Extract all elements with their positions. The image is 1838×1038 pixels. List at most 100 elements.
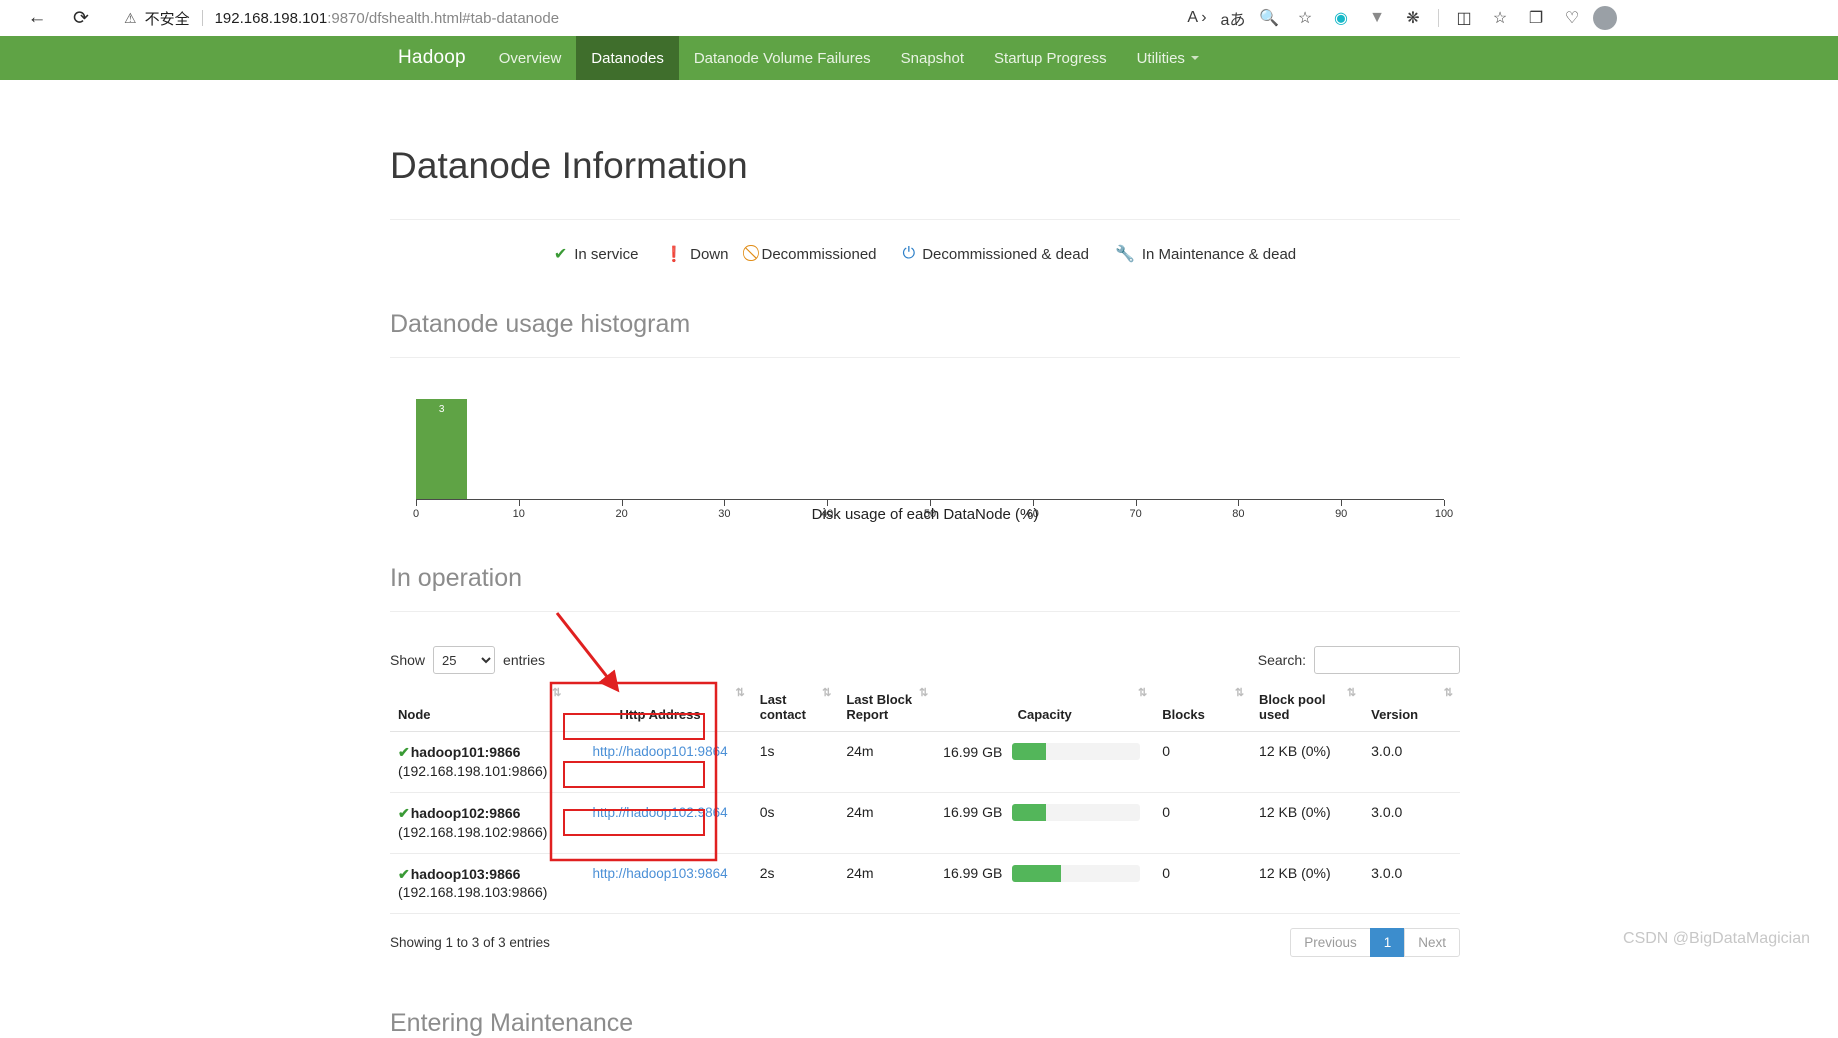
cell-last-block-report: 24m [838, 731, 936, 793]
nav-item-datanode-volume-failures[interactable]: Datanode Volume Failures [679, 36, 886, 80]
column-header-last-contact[interactable]: ⇅ Last contact [751, 686, 839, 732]
cell-last-contact: 1s [751, 731, 839, 793]
table-controls: Show 25 50 100 entries Search: [390, 646, 1460, 674]
sort-both-icon[interactable]: ⇅ [919, 686, 928, 699]
histogram-plot: 3 0 10 20 30 40 50 60 70 80 90 100 [390, 388, 1460, 520]
column-header-block-pool-used[interactable]: ⇅ Block pool used [1251, 686, 1364, 732]
legend-item-in-service: ✔ In service [554, 244, 639, 264]
address-bar[interactable]: ⚠ 不安全 192.168.198.101:9870/dfshealth.htm… [110, 4, 1170, 32]
legend-label-decommissioned: Decommissioned [761, 245, 877, 263]
capacity-progress-fill [1012, 803, 1046, 821]
favorite-star-icon[interactable]: ☆ [1290, 3, 1320, 33]
sort-both-icon[interactable]: ⇅ [1235, 686, 1244, 699]
capacity-progress-bar [1012, 743, 1141, 760]
capacity-text: 16.99 GB [943, 865, 1003, 882]
cell-capacity: 16.99 GB [935, 853, 1155, 915]
check-icon: ✔ [398, 865, 410, 882]
column-header-node[interactable]: ⇅ Node [390, 686, 569, 732]
browser-toolbar: ← ⟳ ⚠ 不安全 192.168.198.101:9870/dfshealth… [0, 0, 1838, 36]
page-content: Datanode Information ✔ In service ❗ Down… [390, 100, 1460, 1038]
search-input[interactable] [1314, 646, 1460, 674]
hadoop-brand[interactable]: Hadoop [380, 36, 484, 80]
down-exclamation-icon: ❗ [664, 246, 684, 263]
datanode-table-head: ⇅ Node ⇅ Http Address ⇅ Last contact ⇅ L… [390, 686, 1460, 732]
nav-item-snapshot[interactable]: Snapshot [886, 36, 979, 80]
cell-blocks: 0 [1154, 853, 1252, 915]
check-icon: ✔ [398, 744, 410, 760]
pagination-next[interactable]: Next [1404, 928, 1460, 958]
toolbar-divider [1438, 9, 1439, 27]
nav-item-datanodes[interactable]: Datanodes [576, 36, 679, 80]
sort-both-icon[interactable]: ⇅ [552, 686, 561, 699]
extension-green-icon[interactable]: ◉ [1326, 3, 1356, 33]
zoom-out-icon[interactable]: 🔍 [1254, 3, 1284, 33]
table-row: ✔hadoop103:9866 (192.168.198.103:9866) h… [390, 853, 1460, 915]
column-header-last-block-report[interactable]: ⇅ Last Block Report [838, 686, 936, 732]
column-header-http-address[interactable]: ⇅ Http Address [568, 686, 752, 732]
extensions-puzzle-icon[interactable]: ❋ [1398, 3, 1428, 33]
node-ip: (192.168.198.101:9866) [398, 762, 548, 779]
sort-both-icon[interactable]: ⇅ [822, 686, 831, 699]
read-aloud-icon[interactable]: A › [1182, 3, 1212, 33]
cell-block-pool-used: 12 KB (0%) [1251, 731, 1364, 793]
column-header-capacity[interactable]: ⇅ Capacity [935, 686, 1155, 732]
nav-item-utilities[interactable]: Utilities [1122, 36, 1214, 80]
collections-icon[interactable]: ❐ [1521, 3, 1551, 33]
cell-block-pool-used: 12 KB (0%) [1251, 792, 1364, 854]
histogram-x-axis: 0 10 20 30 40 50 60 70 80 90 100 [413, 499, 1453, 520]
sort-both-icon[interactable]: ⇅ [1347, 686, 1356, 699]
show-label: Show [390, 652, 426, 668]
table-footer: Showing 1 to 3 of 3 entries Previous 1 N… [390, 928, 1460, 958]
capacity-text: 16.99 GB [943, 804, 1003, 821]
nav-item-datanode-volume-failures-label: Datanode Volume Failures [693, 49, 871, 67]
search-control: Search: [1258, 646, 1460, 674]
nav-item-startup-progress[interactable]: Startup Progress [979, 36, 1122, 80]
sort-desc-icon[interactable]: ⇅ [736, 686, 745, 699]
cell-node: ✔hadoop101:9866 (192.168.198.101:9866) [390, 731, 569, 793]
table-row: ✔hadoop102:9866 (192.168.198.102:9866) h… [390, 792, 1460, 854]
sort-both-icon[interactable]: ⇅ [1138, 686, 1147, 699]
show-entries-control: Show 25 50 100 entries [390, 646, 545, 674]
column-label-version: Version [1371, 707, 1419, 722]
page-size-select[interactable]: 25 50 100 [433, 646, 496, 674]
nav-item-overview[interactable]: Overview [484, 36, 577, 80]
legend-label-in-service: In service [574, 245, 639, 263]
column-header-version[interactable]: ⇅ Version [1363, 686, 1460, 732]
http-address-link[interactable]: http://hadoop102:9864 [592, 805, 727, 820]
back-arrow-icon[interactable]: ← [20, 1, 54, 35]
pagination-page-1[interactable]: 1 [1369, 928, 1406, 958]
reload-icon[interactable]: ⟳ [64, 1, 98, 35]
sort-both-icon[interactable]: ⇅ [1444, 686, 1453, 699]
nav-item-snapshot-label: Snapshot [900, 49, 965, 67]
nav-item-overview-label: Overview [498, 49, 562, 67]
node-name: hadoop103:9866 [410, 865, 521, 882]
capacity-progress-bar [1012, 803, 1141, 821]
status-legend: ✔ In service ❗ Down ⃠ Decommissioned ⏻ D… [390, 244, 1460, 264]
split-screen-icon[interactable]: ◫ [1449, 3, 1479, 33]
extension-v-icon[interactable]: ▼ [1362, 3, 1392, 33]
favorites-list-icon[interactable]: ☆ [1485, 3, 1515, 33]
http-address-link[interactable]: http://hadoop103:9864 [592, 866, 727, 881]
power-icon: ⏻ [902, 245, 916, 262]
column-header-blocks[interactable]: ⇅ Blocks [1154, 686, 1252, 732]
cell-capacity: 16.99 GB [935, 792, 1155, 854]
legend-item-decommissioned-dead: ⏻ Decommissioned & dead [903, 245, 1089, 263]
column-label-blocks: Blocks [1162, 707, 1205, 722]
cell-last-block-report: 24m [838, 792, 936, 854]
column-label-http-address: Http Address [619, 707, 701, 722]
browser-essentials-icon[interactable]: ♡ [1557, 3, 1587, 33]
check-icon: ✔ [398, 804, 410, 821]
http-address-link[interactable]: http://hadoop101:9864 [592, 744, 727, 759]
node-name: hadoop101:9866 [410, 744, 521, 760]
capacity-progress-fill [1012, 864, 1061, 882]
in-operation-divider [390, 611, 1460, 612]
translate-icon[interactable]: aあ [1218, 3, 1248, 33]
pagination-previous[interactable]: Previous [1290, 928, 1371, 958]
url-host: 192.168.198.101 [214, 9, 328, 27]
page-title: Datanode Information [390, 145, 748, 186]
column-label-capacity: Capacity [1017, 707, 1072, 722]
search-label: Search: [1257, 652, 1306, 668]
cell-node: ✔hadoop103:9866 (192.168.198.103:9866) [390, 853, 569, 915]
legend-item-in-maintenance-dead: 🔧 In Maintenance & dead [1115, 244, 1296, 264]
profile-avatar-icon[interactable] [1593, 6, 1617, 30]
